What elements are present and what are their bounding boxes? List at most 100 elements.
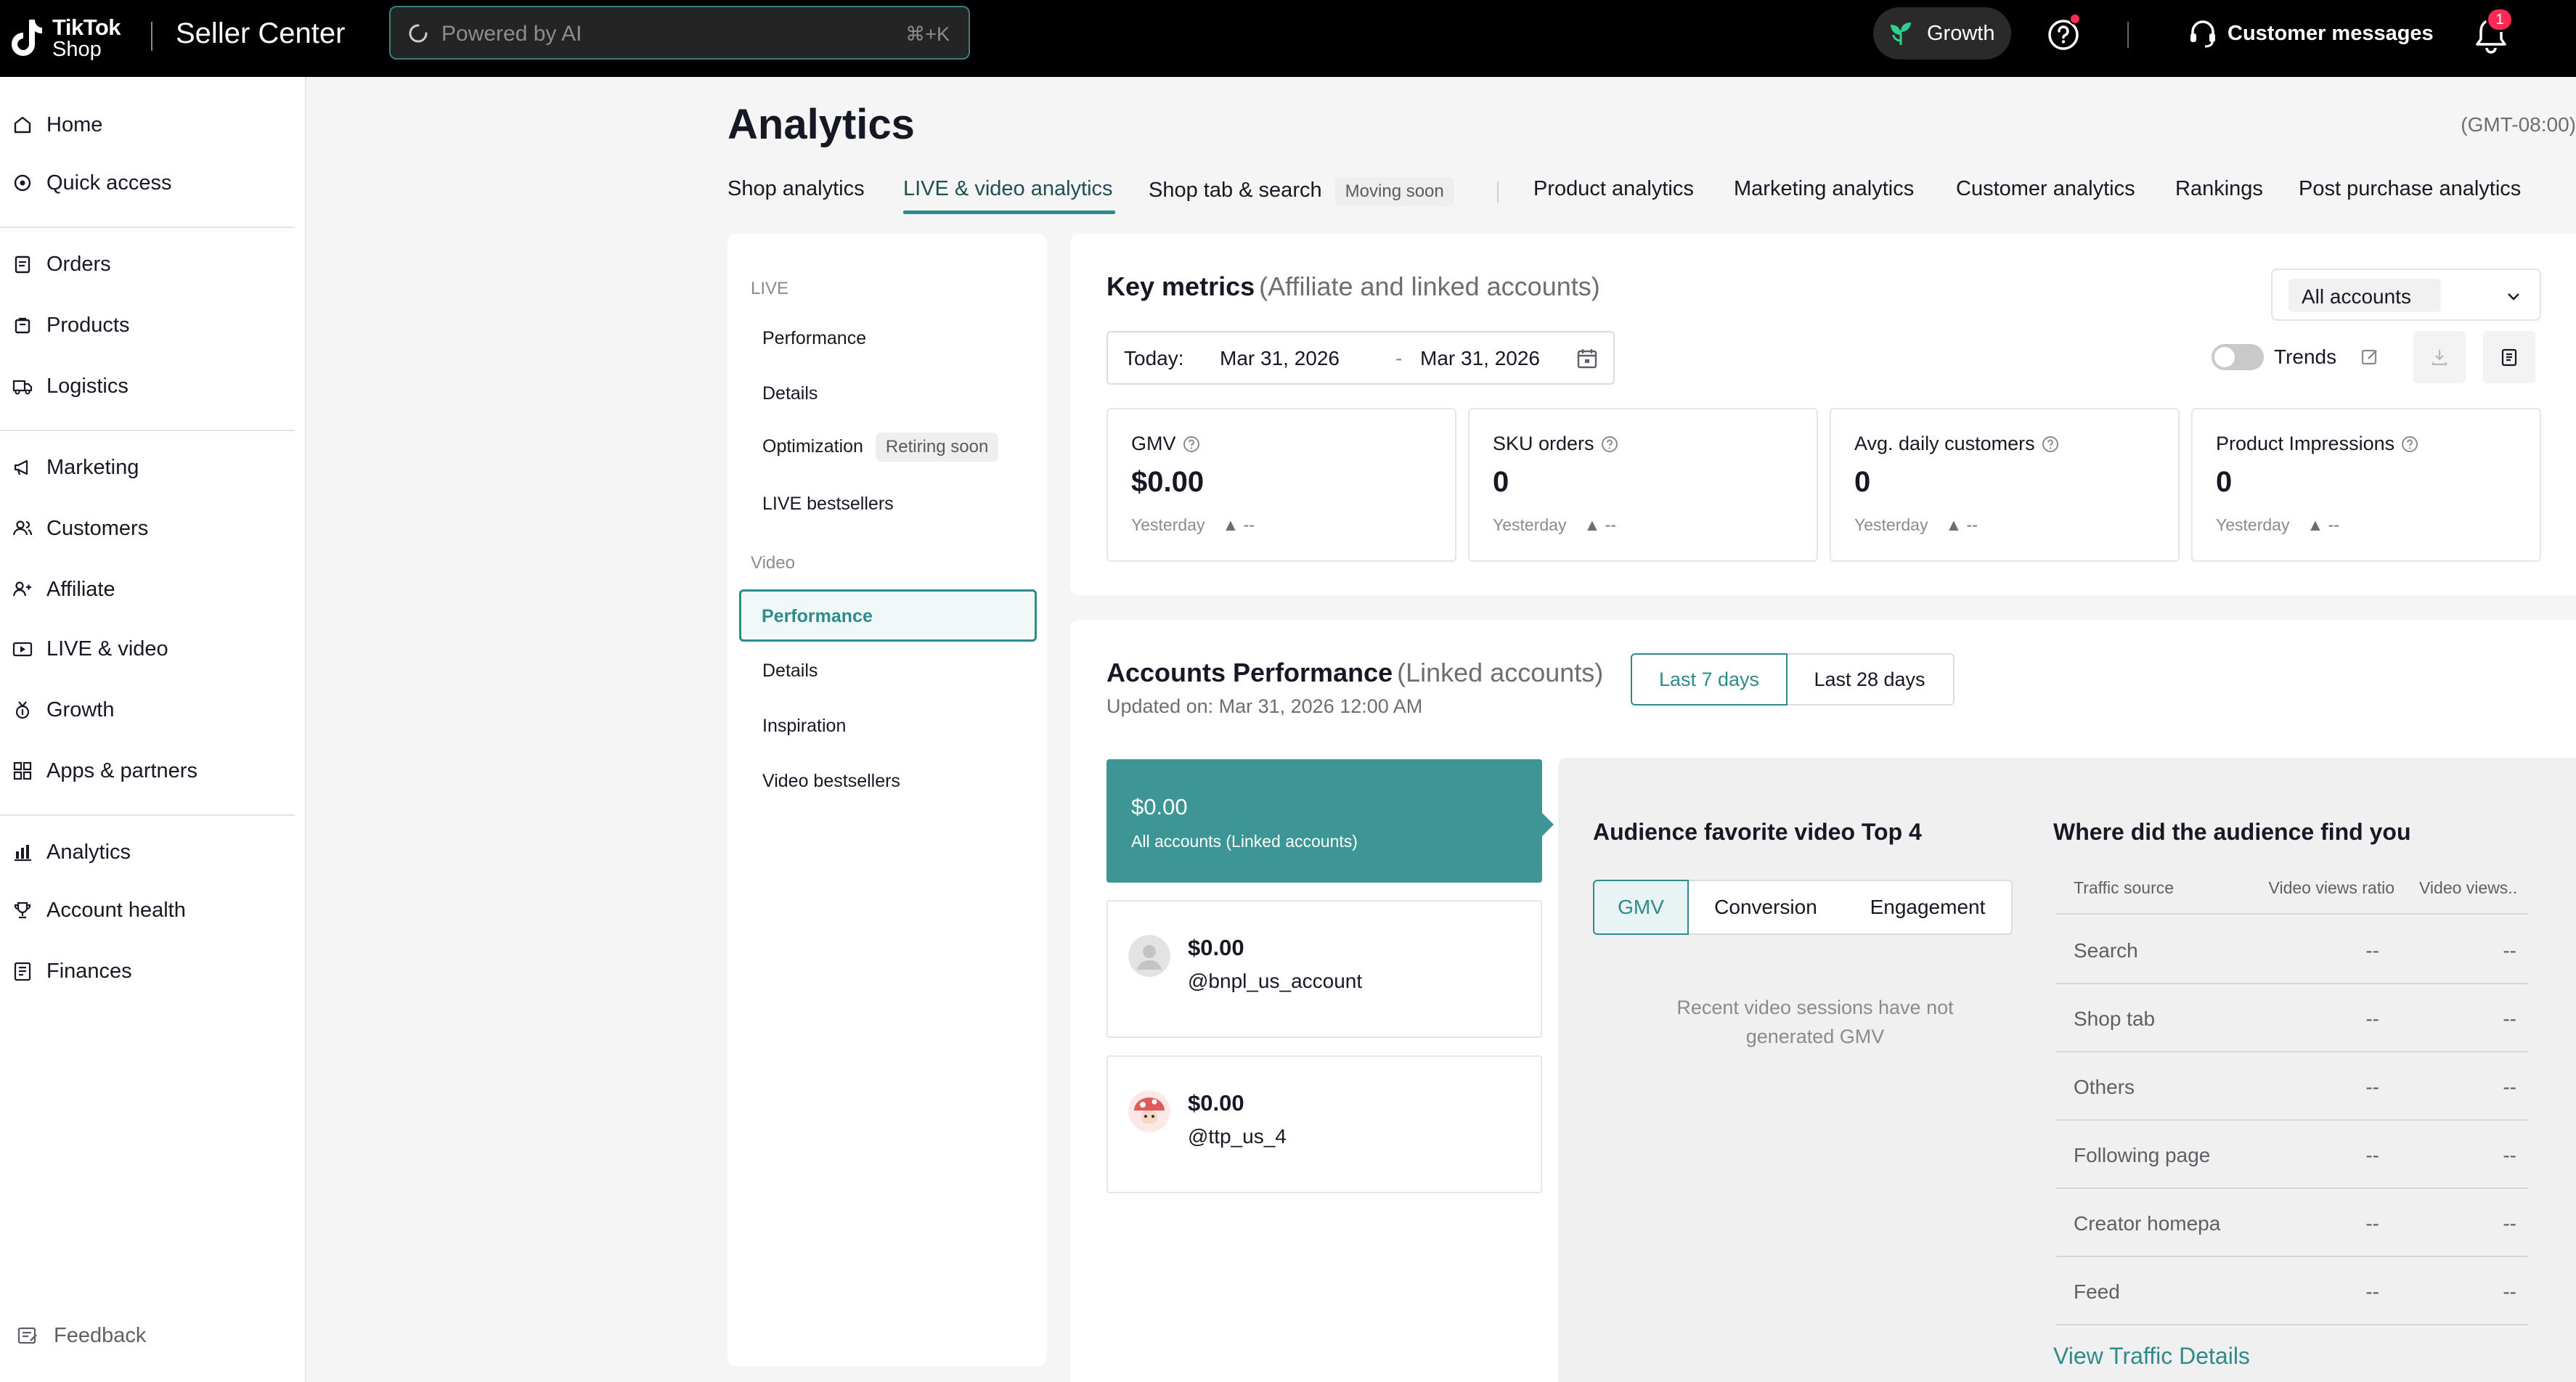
sidebar-item-affiliate[interactable]: Affiliate <box>0 566 298 613</box>
traffic-table-header: Traffic source Video views ratio Video v… <box>2056 855 2528 915</box>
orders-icon <box>15 255 30 274</box>
sidebar-item-apps-partners[interactable]: Apps & partners <box>0 748 298 794</box>
logo-text-shop: Shop <box>52 38 102 61</box>
metric-card-sku-orders[interactable]: SKU orders 0 Yesterday ▲ -- <box>1468 408 1818 562</box>
subnav-video-bestsellers[interactable]: Video bestsellers <box>762 771 900 792</box>
tab-post-purchase-analytics[interactable]: Post purchase analytics <box>2299 177 2521 201</box>
key-metrics-subtitle: (Affiliate and linked accounts) <box>1259 271 1600 301</box>
video-icon <box>12 642 33 657</box>
growth-icon <box>15 701 30 719</box>
accounts-performance-title: Accounts Performance (Linked accounts) <box>1106 658 1603 688</box>
ai-search-input[interactable]: Powered by AI ⌘+K <box>389 6 970 60</box>
period-last-28-days[interactable]: Last 28 days <box>1786 653 1955 706</box>
metric-card-product-impressions[interactable]: Product Impressions 0 Yesterday ▲ -- <box>2191 408 2541 562</box>
sidebar-item-logistics[interactable]: Logistics <box>0 363 298 409</box>
sidebar-item-finances[interactable]: Finances <box>0 948 298 994</box>
customer-messages-button[interactable]: Customer messages <box>2187 16 2434 51</box>
video-views-ratio: -- <box>2365 1007 2379 1030</box>
sidebar-item-account-health[interactable]: Account health <box>0 887 298 933</box>
top-divider <box>2127 22 2129 48</box>
view-traffic-details-link[interactable]: View Traffic Details <box>2053 1343 2250 1370</box>
sidebar-divider <box>0 430 295 431</box>
sidebar-item-orders[interactable]: Orders <box>0 241 298 287</box>
customer-messages-label: Customer messages <box>2227 21 2434 45</box>
period-last-7-days[interactable]: Last 7 days <box>1631 653 1788 706</box>
subnav-live-details[interactable]: Details <box>762 383 818 404</box>
subnav-item-label: Performance <box>762 606 873 626</box>
feedback-button[interactable]: Feedback <box>16 1324 146 1348</box>
trends-label: Trends <box>2274 346 2337 368</box>
account-row[interactable]: $0.00 @bnpl_us_account <box>1106 900 1542 1038</box>
sidebar-item-quick-access[interactable]: Quick access <box>0 160 298 206</box>
video-views-ratio: -- <box>2365 1144 2379 1166</box>
accounts-performance-card: Accounts Performance (Linked accounts) Up… <box>1070 620 2576 1382</box>
subnav-live-performance[interactable]: Performance <box>762 328 866 349</box>
video-views-ratio: -- <box>2365 1280 2379 1303</box>
tab-rankings[interactable]: Rankings <box>2175 177 2263 201</box>
sidebar-item-label: Finances <box>46 959 132 983</box>
sidebar: Home Quick access Orders Products Logist… <box>0 77 306 1382</box>
video-views-ratio: -- <box>2365 1076 2379 1098</box>
subnav-video-details[interactable]: Details <box>762 661 818 682</box>
video-top4-title: Audience favorite video Top 4 <box>1593 819 1922 845</box>
info-icon[interactable] <box>2041 435 2060 454</box>
tab-shop-analytics[interactable]: Shop analytics <box>727 177 865 201</box>
account-select-dropdown[interactable]: All accounts <box>2271 269 2541 321</box>
metric-label: Product Impressions <box>2216 433 2395 454</box>
trophy-icon <box>14 901 31 919</box>
growth-button[interactable]: Growth <box>1873 7 2011 60</box>
video-views: -- <box>2503 1144 2516 1166</box>
segment-conversion[interactable]: Conversion <box>1687 880 1846 935</box>
sidebar-item-live-video[interactable]: LIVE & video <box>0 626 298 672</box>
info-icon[interactable] <box>1600 435 1619 454</box>
sidebar-item-analytics[interactable]: Analytics <box>0 829 298 875</box>
tiktok-shop-logo[interactable]: TikTok Shop <box>10 12 121 65</box>
info-icon[interactable] <box>2400 435 2419 454</box>
date-range-picker[interactable]: Today: Mar 31, 2026 - Mar 31, 2026 <box>1106 331 1615 385</box>
traffic-source: Shop tab <box>2074 1007 2156 1030</box>
avatar <box>1128 1090 1170 1132</box>
all-accounts-summary[interactable]: $0.00 All accounts (Linked accounts) <box>1106 759 1554 883</box>
customize-metrics-button[interactable] <box>2344 331 2396 383</box>
apps-icon <box>13 761 32 780</box>
subnav-live-optimization[interactable]: Optimization Retiring soon <box>762 433 999 462</box>
trends-toggle[interactable] <box>2212 344 2264 370</box>
active-tab-indicator <box>903 210 1115 214</box>
subnav-video-inspiration[interactable]: Inspiration <box>762 716 846 737</box>
subnav-group-video: Video <box>751 553 795 573</box>
tab-marketing-analytics[interactable]: Marketing analytics <box>1734 177 1914 201</box>
segment-gmv[interactable]: GMV <box>1593 880 1689 935</box>
moving-soon-badge: Moving soon <box>1334 177 1454 206</box>
account-select-value: All accounts <box>2302 285 2411 308</box>
sidebar-item-label: Home <box>46 113 103 136</box>
sidebar-item-label: Affiliate <box>46 577 115 601</box>
metric-card-avg-daily-customers[interactable]: Avg. daily customers 0 Yesterday ▲ -- <box>1830 408 2180 562</box>
sidebar-item-home[interactable]: Home <box>0 102 298 148</box>
tab-shop-tab-search[interactable]: Shop tab & search Moving soon <box>1149 177 1454 206</box>
metric-card-gmv[interactable]: GMV $0.00 Yesterday ▲ -- <box>1106 408 1456 562</box>
sidebar-item-label: Apps & partners <box>46 759 197 782</box>
info-icon[interactable] <box>1182 435 1201 454</box>
sidebar-item-marketing[interactable]: Marketing <box>0 444 298 491</box>
home-icon <box>14 116 31 134</box>
sidebar-item-label: Marketing <box>46 455 139 479</box>
report-button[interactable] <box>2483 331 2535 383</box>
download-button[interactable] <box>2413 331 2466 383</box>
traffic-source-title: Where did the audience find you <box>2053 819 2411 845</box>
video-views-ratio: -- <box>2365 1212 2379 1235</box>
sidebar-item-growth[interactable]: Growth <box>0 687 298 733</box>
segment-engagement[interactable]: Engagement <box>1844 880 2013 935</box>
account-row[interactable]: $0.00 @ttp_us_4 <box>1106 1055 1542 1193</box>
column-header: Traffic source <box>2074 878 2174 897</box>
sidebar-item-products[interactable]: Products <box>0 302 298 348</box>
tab-product-analytics[interactable]: Product analytics <box>1533 177 1694 201</box>
sidebar-item-customers[interactable]: Customers <box>0 505 298 552</box>
metric-delta: ▲ -- <box>1583 515 1616 534</box>
headset-icon <box>2190 20 2215 48</box>
sidebar-item-label: Logistics <box>46 374 129 398</box>
metric-delta: ▲ -- <box>1945 515 1978 534</box>
subnav-video-performance[interactable]: Performance <box>739 589 1037 642</box>
subnav-live-bestsellers[interactable]: LIVE bestsellers <box>762 494 894 515</box>
tab-customer-analytics[interactable]: Customer analytics <box>1956 177 2135 201</box>
tab-live-video-analytics[interactable]: LIVE & video analytics <box>903 177 1113 201</box>
